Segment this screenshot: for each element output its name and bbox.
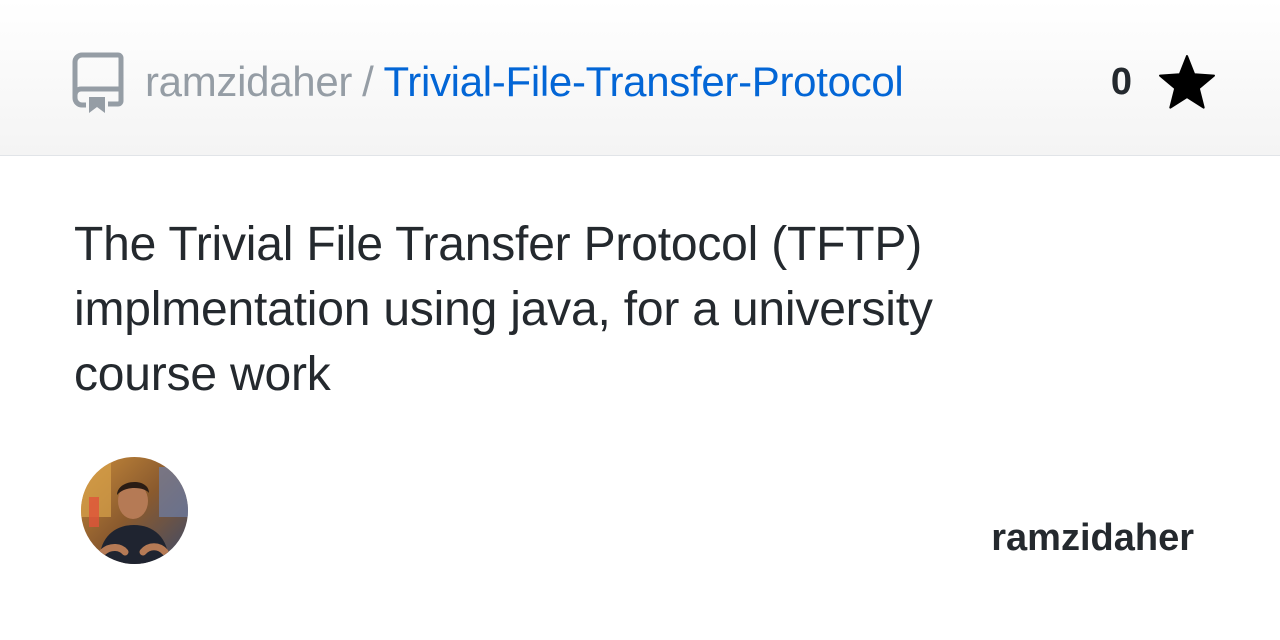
star-count: 0 <box>1110 60 1132 103</box>
user-avatar[interactable] <box>81 457 188 564</box>
path-separator: / <box>362 58 374 105</box>
card-header: ramzidaher / Trivial-File-Transfer-Protoco… <box>0 0 1280 156</box>
repo-owner-link[interactable]: ramzidaher <box>145 58 352 105</box>
username-label[interactable]: ramzidaher <box>991 516 1194 560</box>
repo-icon <box>72 52 124 113</box>
star-icon <box>1159 55 1215 109</box>
repo-description: The Trivial File Transfer Protocol (TFTP… <box>74 218 933 401</box>
avatar-image <box>81 457 188 564</box>
star-counter[interactable]: 0 <box>1111 54 1216 110</box>
repo-social-card: ramzidaher / Trivial-File-Transfer-Protoco… <box>0 0 1280 640</box>
repo-path: ramzidaher / Trivial-File-Transfer-Protoco… <box>145 56 904 108</box>
repo-name-link[interactable]: Trivial-File-Transfer-Protocol <box>383 58 903 105</box>
